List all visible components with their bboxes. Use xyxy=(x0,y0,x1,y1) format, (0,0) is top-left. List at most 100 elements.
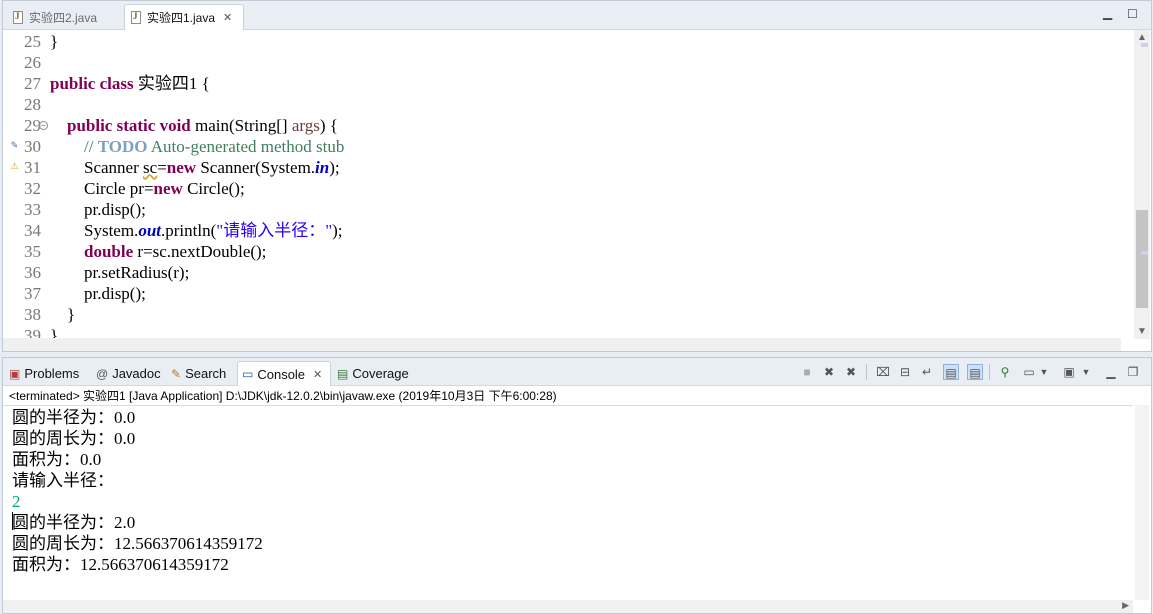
code-line: public static void main(String[] args) { xyxy=(50,115,338,136)
code-token: main(String[] xyxy=(190,116,292,135)
editor-tab-label: 实验四1.java xyxy=(147,11,216,25)
pin-console-icon[interactable]: ⚲ xyxy=(997,364,1013,380)
code-token: .println( xyxy=(161,221,217,240)
java-file-icon xyxy=(13,10,23,24)
console-output-line: 圆的半径为：0.0 xyxy=(12,408,136,427)
toolbar-separator xyxy=(866,364,867,380)
warning-marker-icon[interactable]: ⚠ xyxy=(9,161,20,172)
code-token: // xyxy=(84,137,98,156)
console-output-line: 圆的周长为：12.566370614359172 xyxy=(12,534,263,553)
editor-tab-label: 实验四2.java xyxy=(29,10,98,25)
maximize-view-icon[interactable]: ❐ xyxy=(1125,364,1141,380)
code-line: } xyxy=(50,304,75,325)
tab-javadoc[interactable]: @ Javadoc xyxy=(92,361,161,386)
scroll-right-icon[interactable]: ▶ xyxy=(1122,600,1129,611)
line-number: 39 xyxy=(24,326,41,339)
remove-all-terminated-icon[interactable]: ✖ xyxy=(843,364,859,380)
line-number: 27 xyxy=(24,74,41,93)
code-token: ); xyxy=(329,158,340,177)
overview-ruler-marker[interactable] xyxy=(1141,251,1148,255)
close-tab-icon[interactable]: ✕ xyxy=(313,368,322,381)
scrollbar-thumb[interactable] xyxy=(1136,210,1148,308)
clear-console-icon[interactable]: ⌧ xyxy=(875,364,891,380)
console-output-line: 圆的半径为：2.0 xyxy=(12,513,136,532)
code-token: new xyxy=(166,158,197,177)
minimize-icon[interactable]: ▁ xyxy=(1103,6,1112,20)
code-token: = xyxy=(157,158,167,177)
console-vertical-scrollbar[interactable] xyxy=(1135,405,1149,600)
code-line: pr.setRadius(r); xyxy=(50,262,189,283)
minimize-view-icon[interactable]: ▁ xyxy=(1103,364,1119,380)
code-editor[interactable]: 25} 26 27 public class 实验四1 {28 29− public s… xyxy=(3,30,1121,339)
show-on-stdout-icon[interactable]: ▤ xyxy=(943,364,959,380)
chevron-down-icon[interactable]: ▼ xyxy=(1039,364,1049,380)
code-token: System. xyxy=(50,221,139,240)
editor-tab-实验四2[interactable]: 实验四2.java xyxy=(7,4,123,30)
editor-vertical-scrollbar[interactable]: ▲ ▼ xyxy=(1134,30,1150,339)
tab-label: Console xyxy=(257,366,306,382)
coverage-icon: ▤ xyxy=(337,366,349,381)
close-tab-icon[interactable]: ✕ xyxy=(223,11,232,24)
code-line: Circle pr=new Circle(); xyxy=(50,178,245,199)
code-token: out xyxy=(138,221,161,240)
editor-tab-实验四1[interactable]: 实验四1.java ✕ xyxy=(124,4,244,30)
line-number: 37 xyxy=(24,284,41,303)
console-output[interactable]: 圆的半径为：0.0 圆的周长为：0.0 面积为：0.0 请输入半径： 2 圆的半径为：2.… xyxy=(3,405,1133,601)
code-token: } xyxy=(50,305,76,324)
maximize-icon[interactable]: ☐ xyxy=(1127,7,1138,21)
tab-label: Javadoc xyxy=(112,366,161,381)
task-marker-icon[interactable]: ✎ xyxy=(9,140,20,151)
line-number: 38 xyxy=(24,305,41,324)
remove-launch-icon[interactable]: ✖ xyxy=(821,364,837,380)
code-token: class xyxy=(99,74,134,93)
terminate-icon[interactable]: ■ xyxy=(799,364,815,380)
line-number: 25 xyxy=(24,32,41,51)
code-line: pr.disp(); xyxy=(50,199,146,220)
code-token: Auto-generated method stub xyxy=(147,137,345,156)
code-token: static xyxy=(116,116,156,135)
fold-collapse-icon[interactable]: − xyxy=(39,121,48,130)
code-token: public xyxy=(50,74,96,93)
code-token: 实验四1 { xyxy=(133,74,210,93)
scroll-down-icon[interactable]: ▼ xyxy=(1137,326,1147,337)
code-line: public class 实验四1 { xyxy=(50,73,210,94)
console-launch-description: <terminated> 实验四1 [Java Application] D:\… xyxy=(9,389,557,403)
scroll-up-icon[interactable]: ▲ xyxy=(1137,32,1147,43)
line-number: 36 xyxy=(24,263,41,282)
line-number: 26 xyxy=(24,53,41,72)
show-on-stderr-icon[interactable]: ▤ xyxy=(967,364,983,380)
code-token: Circle pr= xyxy=(50,179,154,198)
console-output-line: 请输入半径： xyxy=(12,471,114,490)
display-console-icon[interactable]: ▭ xyxy=(1021,364,1037,380)
tab-problems[interactable]: ▣ Problems xyxy=(5,361,79,386)
problems-icon: ▣ xyxy=(9,366,21,381)
code-token: new xyxy=(153,179,183,198)
chevron-down-icon[interactable]: ▼ xyxy=(1081,364,1091,380)
code-token: in xyxy=(315,158,330,177)
code-line: Scanner sc=new Scanner(System.in); xyxy=(50,157,340,178)
editor-pane: 实验四2.java 实验四1.java ✕ ▁ ☐ 25} 26 27 public … xyxy=(2,0,1152,352)
code-token: pr.disp(); xyxy=(50,200,146,219)
code-token: double xyxy=(84,242,134,261)
overview-ruler-marker[interactable] xyxy=(1141,43,1148,47)
tab-console[interactable]: ▭ Console ✕ xyxy=(237,361,331,386)
code-line: } xyxy=(50,325,58,339)
scroll-lock-icon[interactable]: ⊟ xyxy=(897,364,913,380)
console-horizontal-scrollbar[interactable]: ▶ xyxy=(3,600,1133,613)
code-token: "请输入半径：" xyxy=(216,221,333,240)
word-wrap-icon[interactable]: ↵ xyxy=(919,364,935,380)
editor-horizontal-scrollbar[interactable] xyxy=(3,338,1121,351)
toolbar-separator xyxy=(989,364,990,380)
open-console-icon[interactable]: ▣ xyxy=(1061,364,1077,380)
line-number: 34 xyxy=(24,221,41,240)
console-input-line: 2 xyxy=(12,492,21,511)
tab-coverage[interactable]: ▤ Coverage xyxy=(333,361,409,386)
code-token: public xyxy=(67,116,113,135)
editor-tab-bar: 实验四2.java 实验四1.java ✕ ▁ ☐ xyxy=(3,1,1151,30)
tab-label: Coverage xyxy=(352,366,409,381)
tab-search[interactable]: ✎ Search xyxy=(167,361,226,386)
view-tab-bar: ▣ Problems @ Javadoc ✎ Search ▭ Console … xyxy=(3,358,1151,386)
